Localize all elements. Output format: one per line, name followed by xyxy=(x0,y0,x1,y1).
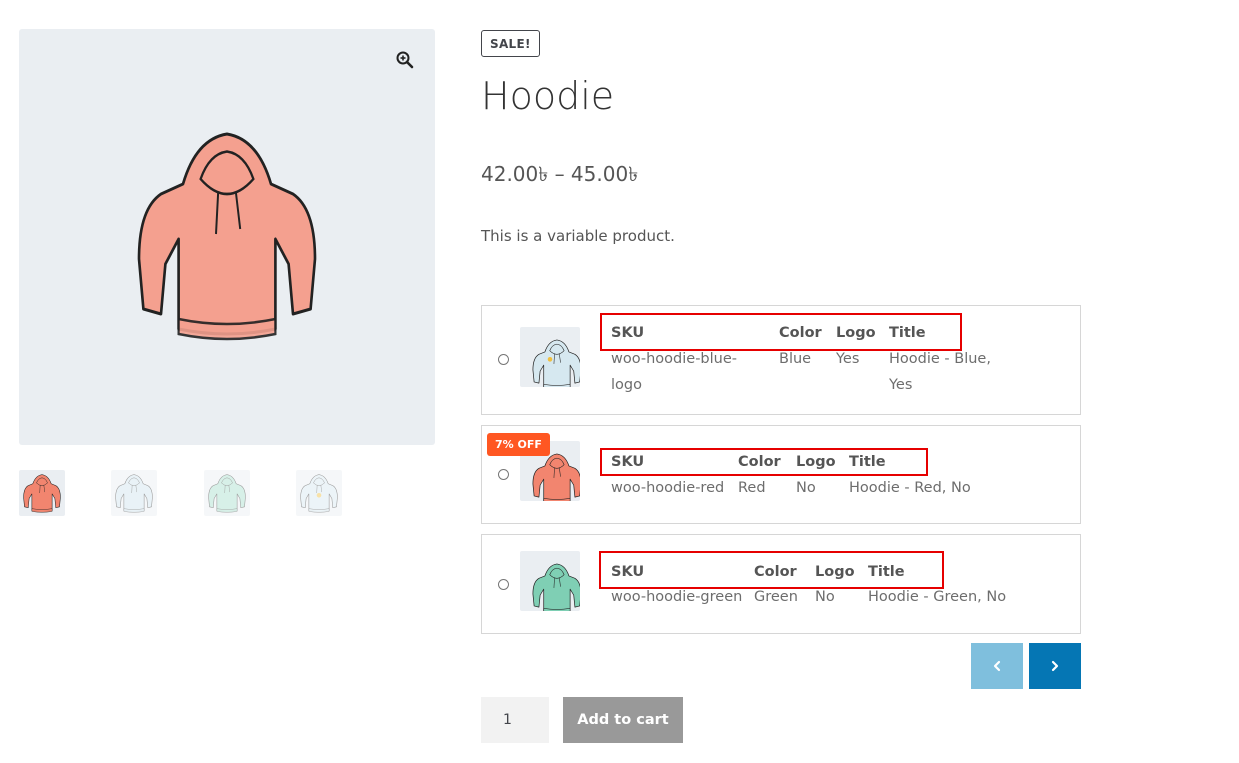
product-description: This is a variable product. xyxy=(481,227,675,245)
header-sku: SKU xyxy=(611,564,645,580)
cell-logo: Yes xyxy=(836,351,860,367)
next-page-button[interactable] xyxy=(1029,643,1081,689)
cell-title: Hoodie - Green, No xyxy=(868,589,1007,605)
product-main-image[interactable] xyxy=(19,29,435,445)
hoodie-red-icon xyxy=(19,470,65,516)
chevron-right-icon xyxy=(1051,660,1059,672)
product-price: 42.00৳ – 45.00৳ xyxy=(481,162,639,186)
header-title: Title xyxy=(849,454,886,470)
hoodie-green-icon xyxy=(204,470,250,516)
thumbnail-hoodie-green[interactable] xyxy=(204,470,250,516)
thumbnail-hoodie-blue-logo[interactable] xyxy=(296,470,342,516)
cell-logo: No xyxy=(815,589,835,605)
hoodie-blue-logo-icon xyxy=(296,470,342,516)
discount-badge: 7% OFF xyxy=(487,433,550,456)
variation-radio[interactable] xyxy=(498,469,509,480)
header-logo: Logo xyxy=(796,454,836,470)
header-color: Color xyxy=(738,454,781,470)
cell-color: Blue xyxy=(779,351,812,367)
cell-logo: No xyxy=(796,480,816,496)
variation-thumbnail xyxy=(520,327,580,387)
hoodie-red-image xyxy=(117,109,337,359)
thumbnail-hoodie-blue[interactable] xyxy=(111,470,157,516)
variation-radio[interactable] xyxy=(498,579,509,590)
quantity-input[interactable] xyxy=(481,697,549,743)
header-title: Title xyxy=(889,325,926,341)
hoodie-green-icon xyxy=(520,551,580,611)
sale-badge: SALE! xyxy=(481,30,540,57)
cell-sku: woo-hoodie-red xyxy=(611,480,725,496)
zoom-in-icon[interactable] xyxy=(395,50,415,70)
cell-title: Hoodie - Red, No xyxy=(849,480,971,496)
header-title: Title xyxy=(868,564,905,580)
thumbnail-hoodie-red[interactable] xyxy=(19,470,65,516)
variation-row-red[interactable]: SKU Color Logo Title woo-hoodie-red Red … xyxy=(481,425,1081,524)
header-color: Color xyxy=(754,564,797,580)
add-to-cart-button[interactable]: Add to cart xyxy=(563,697,683,743)
header-sku: SKU xyxy=(611,325,645,341)
cell-title: Hoodie - Blue, xyxy=(889,351,991,367)
chevron-left-icon xyxy=(993,660,1001,672)
variation-row-green[interactable]: SKU Color Logo Title woo-hoodie-green Gr… xyxy=(481,534,1081,634)
cell-sku-wrap: logo xyxy=(611,377,642,393)
header-color: Color xyxy=(779,325,822,341)
cell-sku: woo-hoodie-green xyxy=(611,589,743,605)
header-logo: Logo xyxy=(815,564,855,580)
variation-thumbnail xyxy=(520,551,580,611)
variation-row-blue-logo[interactable]: SKU Color Logo Title woo-hoodie-blue- lo… xyxy=(481,305,1081,415)
cell-sku: woo-hoodie-blue- xyxy=(611,351,737,367)
hoodie-blue-icon xyxy=(111,470,157,516)
cell-color: Green xyxy=(754,589,798,605)
cell-color: Red xyxy=(738,480,766,496)
product-title: Hoodie xyxy=(481,74,615,118)
cell-title-wrap: Yes xyxy=(889,377,913,393)
hoodie-blue-logo-icon xyxy=(520,327,580,387)
header-sku: SKU xyxy=(611,454,645,470)
variation-radio[interactable] xyxy=(498,354,509,365)
prev-page-button[interactable] xyxy=(971,643,1023,689)
header-logo: Logo xyxy=(836,325,876,341)
